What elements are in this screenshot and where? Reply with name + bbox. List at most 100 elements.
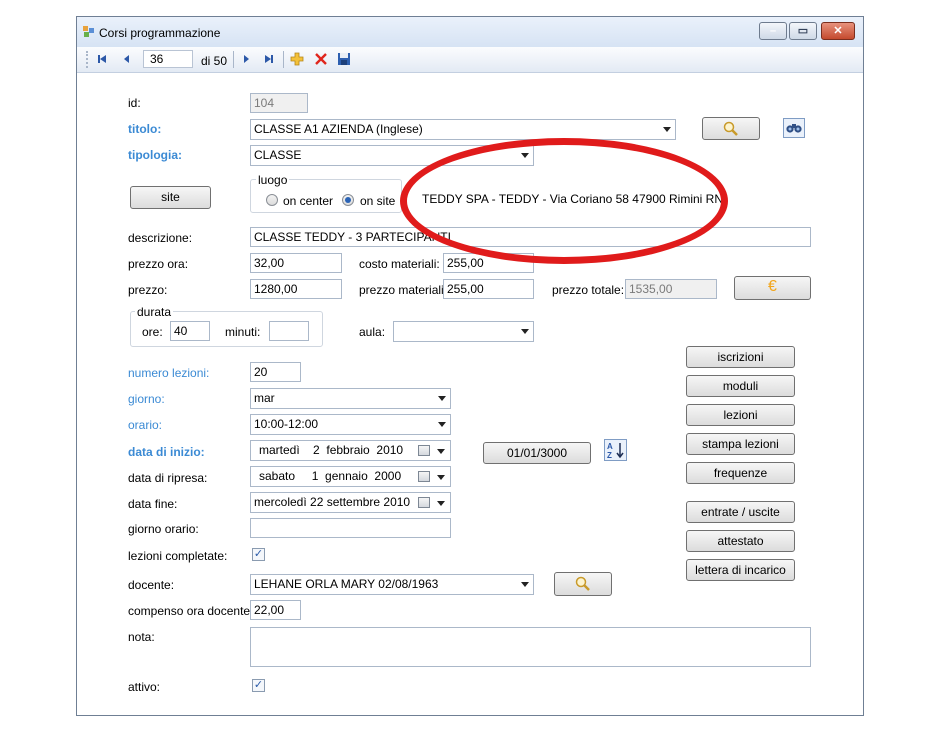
data-fine-value: mercoledì 22 settembre 2010 <box>254 495 411 509</box>
data-ripresa-picker[interactable]: sabato 1 gennaio 2000 <box>250 466 451 487</box>
data-inizio-label: data di inizio: <box>128 445 205 459</box>
aula-label: aula: <box>359 325 386 339</box>
lezioni-completate-label: lezioni completate: <box>128 549 228 563</box>
title-bar[interactable]: Corsi programmazione – ▭ ✕ <box>77 17 863 47</box>
giorno-combo[interactable]: mar <box>250 388 451 409</box>
toolbar-separator <box>283 51 284 68</box>
minimize-button[interactable]: – <box>759 22 787 40</box>
checkmark-icon: ✓ <box>253 679 264 691</box>
highlight-ellipse <box>400 138 728 264</box>
orario-value: 10:00-12:00 <box>254 417 319 431</box>
chevron-down-icon <box>438 422 446 427</box>
toolbar-grip[interactable] <box>86 51 89 68</box>
costo-materiali-label: costo materiali: <box>359 257 440 271</box>
chevron-down-icon <box>437 475 445 480</box>
last-record-icon[interactable] <box>261 51 277 67</box>
numero-lezioni-field[interactable]: 20 <box>250 362 301 382</box>
stampa-lezioni-button[interactable]: stampa lezioni <box>686 433 795 455</box>
lezioni-button[interactable]: lezioni <box>686 404 795 426</box>
docente-value: LEHANE ORLA MARY 02/08/1963 <box>254 577 439 591</box>
prezzo-materiali-field[interactable]: 255,00 <box>443 279 534 299</box>
toolbar-separator <box>233 51 234 68</box>
orario-combo[interactable]: 10:00-12:00 <box>250 414 451 435</box>
prezzo-materiali-label: prezzo materiali: <box>359 283 448 297</box>
prezzo-field[interactable]: 1280,00 <box>250 279 342 299</box>
moduli-button[interactable]: moduli <box>686 375 795 397</box>
minuti-field[interactable] <box>269 321 309 341</box>
sort-button[interactable]: AZ <box>604 439 627 461</box>
previous-record-icon[interactable] <box>119 51 135 67</box>
search-titolo-button[interactable] <box>702 117 760 140</box>
sort-az-icon: AZ <box>607 442 624 460</box>
minuti-label: minuti: <box>225 325 261 339</box>
binoculars-icon <box>786 124 802 133</box>
id-label: id: <box>128 96 141 110</box>
lettera-incarico-button[interactable]: lettera di incarico <box>686 559 795 581</box>
chevron-down-icon <box>437 501 445 506</box>
prezzo-label: prezzo: <box>128 283 168 297</box>
chevron-down-icon <box>521 329 529 334</box>
on-center-label: on center <box>283 194 334 208</box>
save-record-icon[interactable] <box>336 51 352 67</box>
lezioni-completate-checkbox[interactable]: ✓ <box>252 548 265 561</box>
titolo-combo[interactable]: CLASSE A1 AZIENDA (Inglese) <box>250 119 676 140</box>
durata-label: durata <box>135 305 174 319</box>
add-record-icon[interactable] <box>289 51 305 67</box>
on-site-radio[interactable] <box>342 194 354 206</box>
ore-field[interactable]: 40 <box>170 321 210 341</box>
id-field: 104 <box>250 93 308 113</box>
find-button[interactable] <box>783 118 805 138</box>
luogo-label: luogo <box>256 173 290 187</box>
set-date-button[interactable]: 01/01/3000 <box>483 442 591 464</box>
giorno-value: mar <box>254 391 275 405</box>
calendar-icon <box>418 497 430 508</box>
record-count-label: di 50 <box>201 54 228 68</box>
checkmark-icon: ✓ <box>253 548 264 560</box>
chevron-down-icon <box>437 449 445 454</box>
prezzo-ora-label: prezzo ora: <box>128 257 189 271</box>
titolo-label: titolo: <box>128 122 162 136</box>
close-icon: ✕ <box>833 25 843 37</box>
iscrizioni-button[interactable]: iscrizioni <box>686 346 795 368</box>
first-record-icon[interactable] <box>94 51 110 67</box>
descrizione-label: descrizione: <box>128 231 193 245</box>
docente-combo[interactable]: LEHANE ORLA MARY 02/08/1963 <box>250 574 534 595</box>
nota-label: nota: <box>128 630 155 644</box>
navigator-toolbar: 36 di 50 <box>77 47 863 73</box>
attivo-checkbox[interactable]: ✓ <box>252 679 265 692</box>
data-fine-picker[interactable]: mercoledì 22 settembre 2010 <box>250 492 451 513</box>
compenso-label: compenso ora docente: <box>128 604 254 618</box>
orario-label: orario: <box>128 418 163 432</box>
minimize-icon: – <box>769 25 777 37</box>
record-position-input[interactable]: 36 <box>143 50 193 68</box>
search-docente-button[interactable] <box>554 572 612 596</box>
numero-lezioni-label: numero lezioni: <box>128 366 210 380</box>
nota-field[interactable] <box>250 627 811 667</box>
calculate-price-button[interactable]: € <box>734 276 811 300</box>
frequenze-button[interactable]: frequenze <box>686 462 795 484</box>
next-record-icon[interactable] <box>238 51 254 67</box>
attestato-button[interactable]: attestato <box>686 530 795 552</box>
chevron-down-icon <box>438 396 446 401</box>
aula-combo[interactable] <box>393 321 534 342</box>
titolo-value: CLASSE A1 AZIENDA (Inglese) <box>254 122 423 136</box>
magnifier-icon <box>723 121 738 136</box>
giorno-label: giorno: <box>128 392 165 406</box>
prezzo-totale-field: 1535,00 <box>625 279 717 299</box>
chevron-down-icon <box>521 582 529 587</box>
data-inizio-value: martedì 2 febbraio 2010 <box>259 443 404 457</box>
giorno-orario-field[interactable] <box>250 518 451 538</box>
entrate-uscite-button[interactable]: entrate / uscite <box>686 501 795 523</box>
delete-record-icon[interactable] <box>313 51 329 67</box>
prezzo-ora-field[interactable]: 32,00 <box>250 253 342 273</box>
data-inizio-picker[interactable]: martedì 2 febbraio 2010 <box>250 440 451 461</box>
calendar-icon <box>418 445 430 456</box>
tipologia-value: CLASSE <box>254 148 302 162</box>
data-ripresa-label: data di ripresa: <box>128 471 208 485</box>
magnifier-icon <box>575 576 590 591</box>
site-button[interactable]: site <box>130 186 211 209</box>
on-center-radio[interactable] <box>266 194 278 206</box>
maximize-button[interactable]: ▭ <box>789 22 817 40</box>
close-window-button[interactable]: ✕ <box>821 22 855 40</box>
compenso-field[interactable]: 22,00 <box>250 600 301 620</box>
